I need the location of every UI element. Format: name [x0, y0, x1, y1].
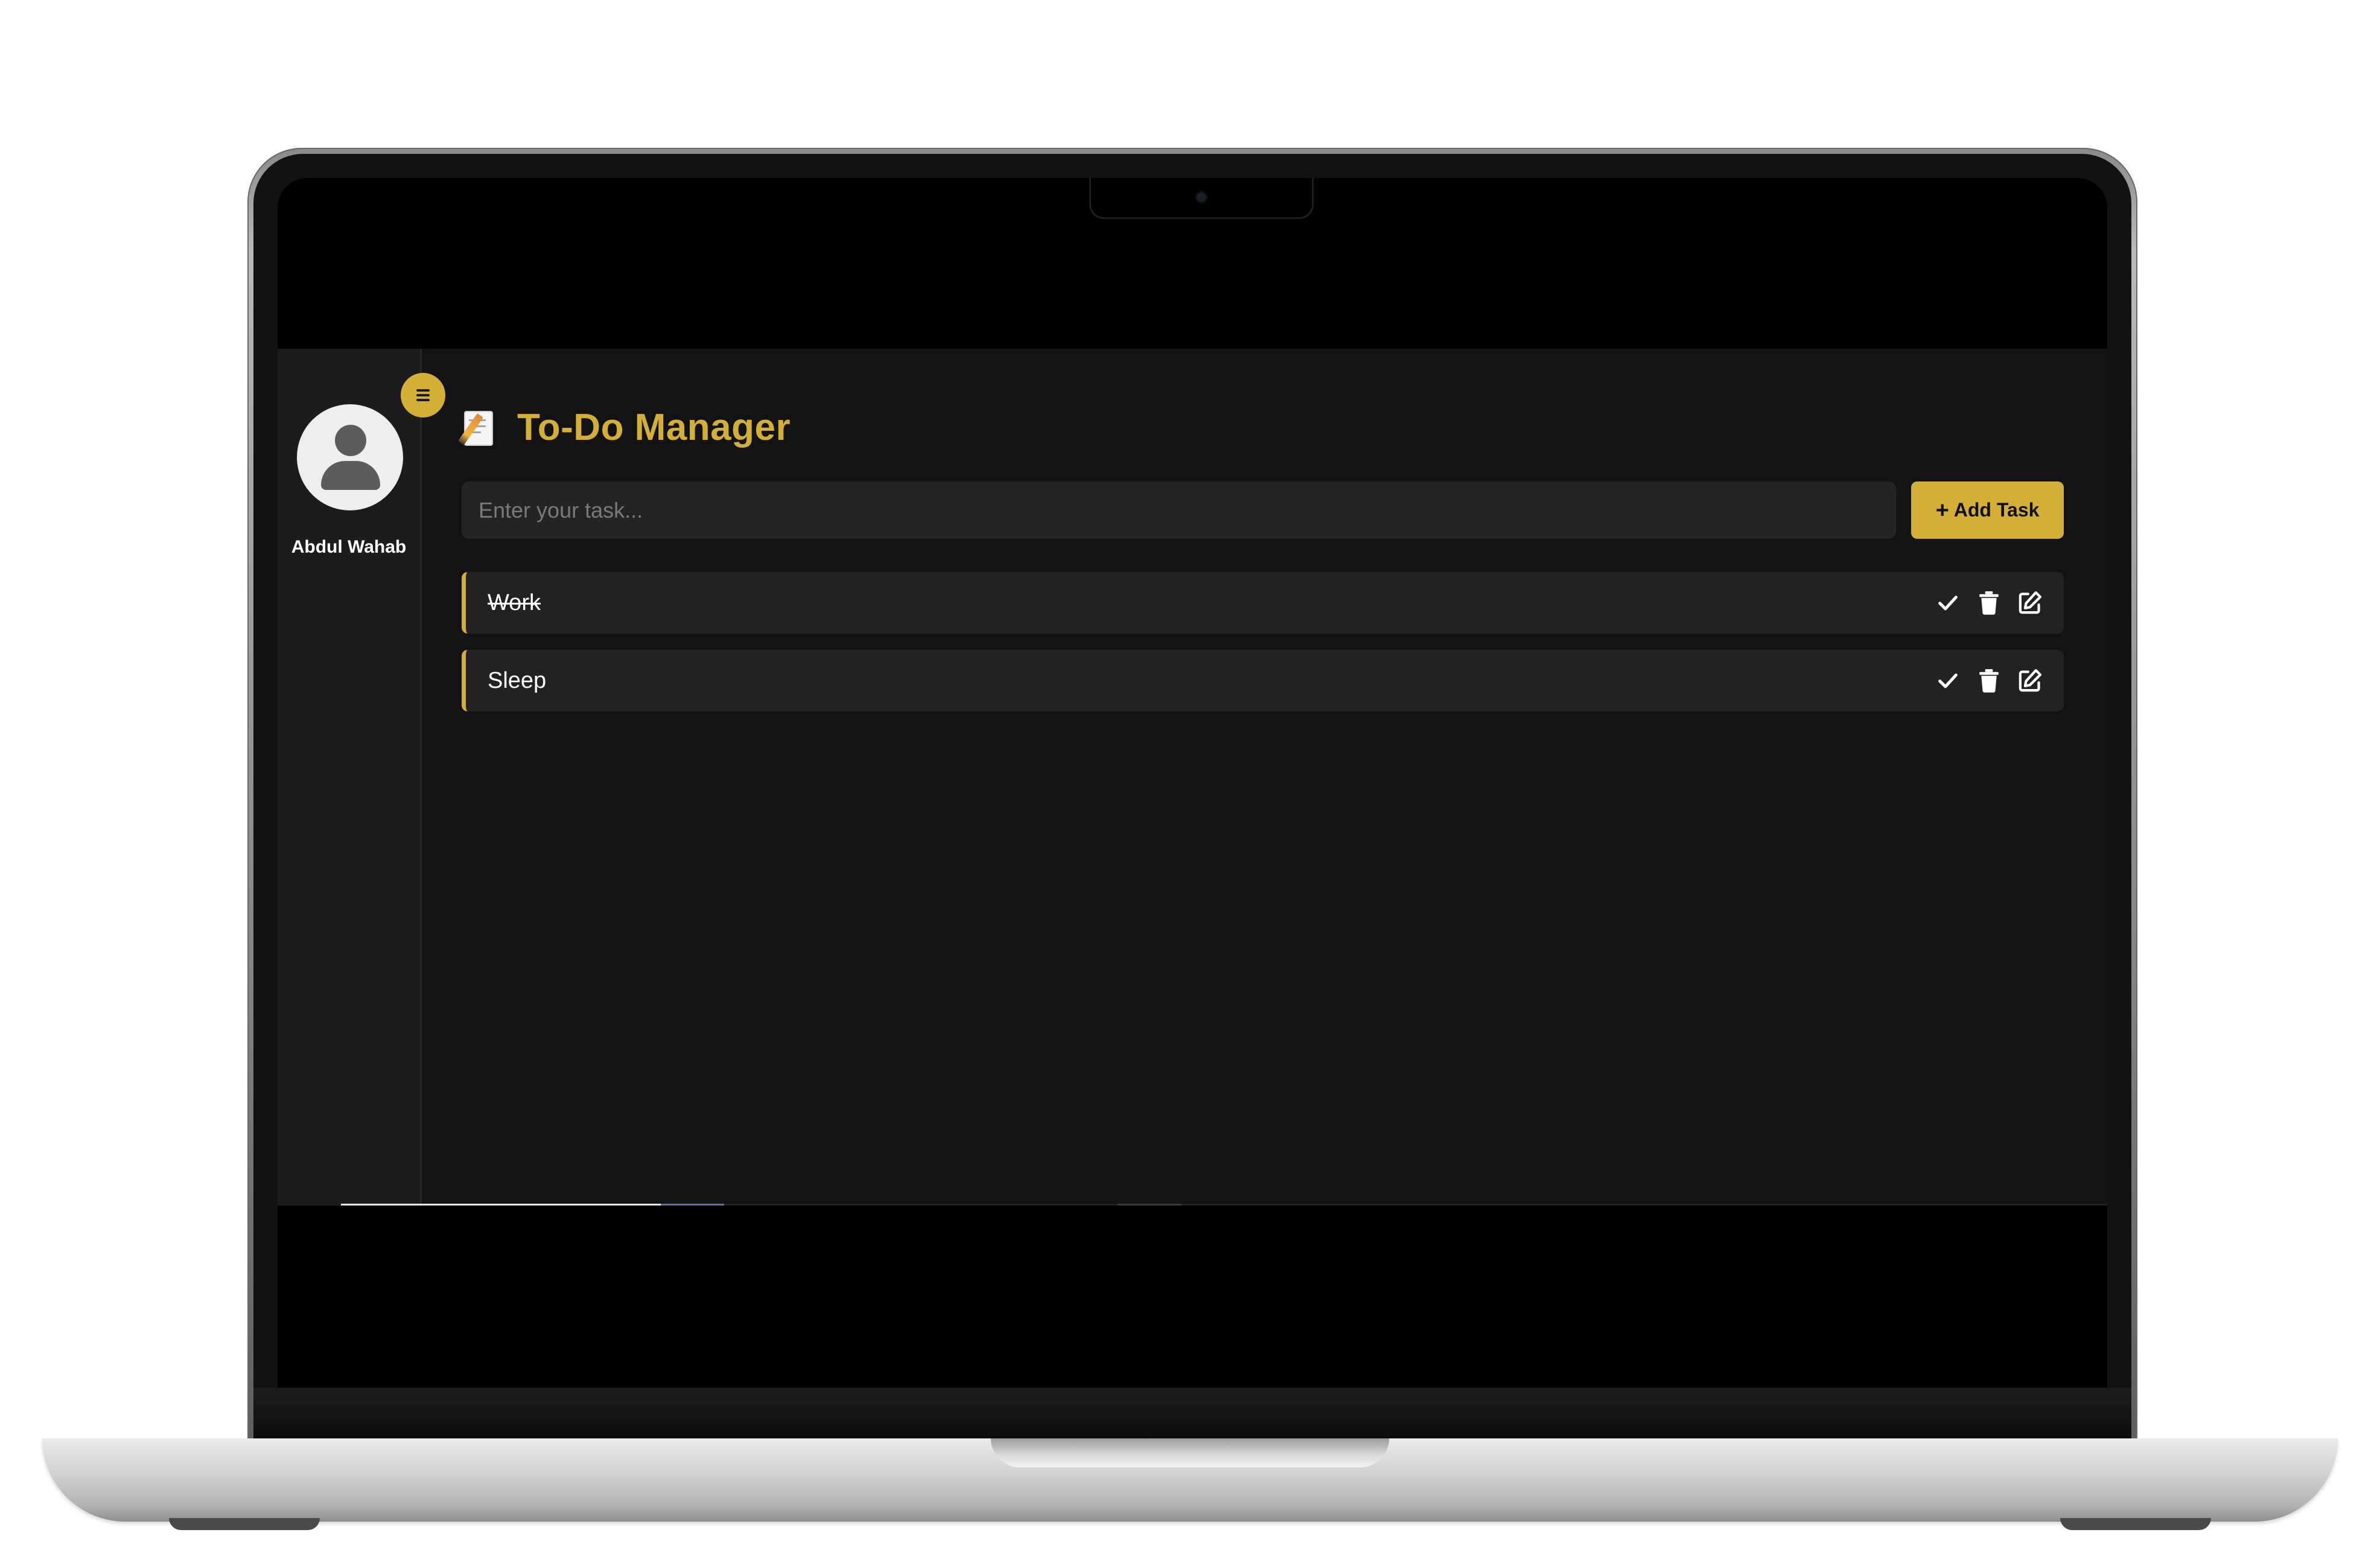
- screen-bottom-band: [278, 1204, 2107, 1397]
- task-list: Work Sleep: [462, 572, 2064, 728]
- lid-frame: Abdul Wahab To-Do Manager Enter your tas…: [253, 154, 2131, 1439]
- user-avatar-icon: [297, 404, 403, 510]
- camera-icon: [1197, 192, 1206, 202]
- delete-task-button[interactable]: [1973, 665, 2005, 696]
- edit-icon: [2019, 669, 2042, 692]
- page-header: To-Do Manager: [457, 403, 791, 451]
- check-icon: [1938, 596, 1958, 611]
- task-input[interactable]: [462, 481, 1896, 539]
- avatar-body: [321, 461, 380, 490]
- laptop-lid: Abdul Wahab To-Do Manager Enter your tas…: [247, 148, 2137, 1439]
- todo-app: Abdul Wahab To-Do Manager Enter your tas…: [278, 349, 2107, 1204]
- taskbar-edge: [278, 1204, 2107, 1206]
- trash-icon: [1979, 669, 1999, 693]
- hamburger-menu-icon: [416, 389, 430, 401]
- add-task-button[interactable]: + Add Task: [1911, 481, 2064, 539]
- task-item: Work: [462, 572, 2064, 634]
- trash-icon: [1979, 591, 1999, 615]
- complete-task-button[interactable]: [1932, 587, 1964, 618]
- sidebar: Abdul Wahab: [278, 349, 422, 1204]
- task-actions: [1923, 650, 2046, 711]
- user-name: Abdul Wahab: [291, 537, 407, 557]
- edit-task-button[interactable]: [2014, 587, 2046, 618]
- task-item: Sleep: [462, 650, 2064, 711]
- check-icon: [1938, 673, 1958, 688]
- laptop-foot-right: [2060, 1518, 2211, 1530]
- laptop-base: [42, 1438, 2338, 1522]
- laptop-hinge: [253, 1388, 2131, 1438]
- delete-task-button[interactable]: [1973, 587, 2005, 618]
- main-content: To-Do Manager + Add Task Work: [457, 349, 2067, 1204]
- add-task-label: Add Task: [1953, 499, 2040, 521]
- memo-icon: [457, 407, 498, 447]
- page-title: To-Do Manager: [517, 406, 791, 448]
- edit-task-button[interactable]: [2014, 665, 2046, 696]
- laptop-foot-left: [169, 1518, 320, 1530]
- base-opening-notch: [991, 1438, 1389, 1467]
- camera-notch: [1089, 178, 1314, 219]
- plus-icon: +: [1935, 497, 1949, 523]
- avatar-head: [335, 425, 366, 456]
- screen-bezel: Abdul Wahab To-Do Manager Enter your tas…: [278, 178, 2107, 1415]
- screen: Abdul Wahab To-Do Manager Enter your tas…: [278, 178, 2107, 1397]
- complete-task-button[interactable]: [1932, 665, 1964, 696]
- task-text: Work: [488, 590, 541, 615]
- menu-toggle-button[interactable]: [401, 373, 445, 418]
- edit-icon: [2019, 591, 2042, 614]
- task-actions: [1923, 572, 2046, 634]
- task-text: Sleep: [488, 668, 547, 693]
- laptop-mockup: Abdul Wahab To-Do Manager Enter your tas…: [0, 0, 2380, 1547]
